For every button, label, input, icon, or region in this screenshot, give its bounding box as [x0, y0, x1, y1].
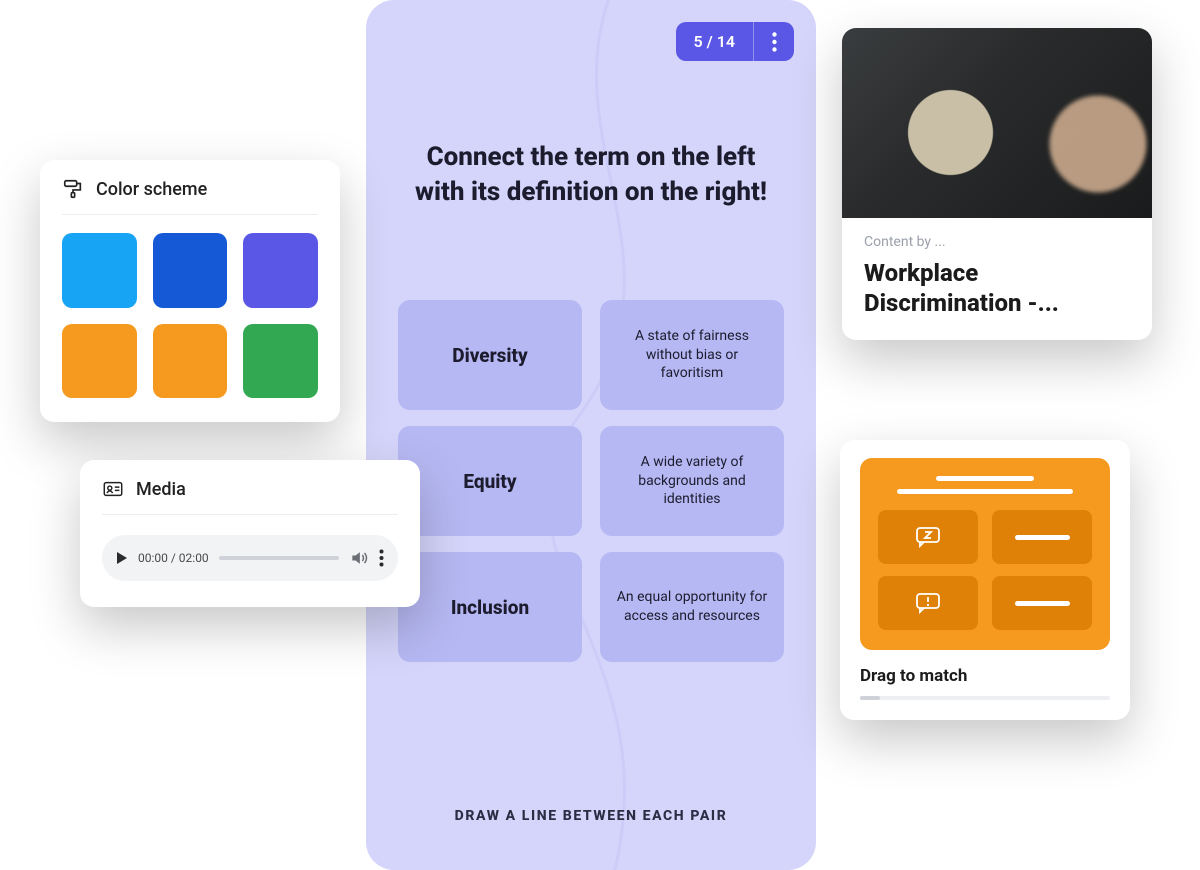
lesson-prompt: Connect the term on the left with its de… [406, 140, 776, 210]
definition-card[interactable]: An equal opportunity for access and reso… [600, 552, 784, 662]
volume-button[interactable] [349, 548, 369, 568]
content-preview-card[interactable]: Content by ... Workplace Discrimination … [842, 28, 1152, 340]
lesson-phone: 5 / 14 Connect the term on the left with… [366, 0, 816, 870]
color-swatch[interactable] [243, 233, 318, 308]
color-swatch[interactable] [153, 233, 228, 308]
drag-to-match-card[interactable]: Drag to match [840, 440, 1130, 720]
term-card[interactable]: Inclusion [398, 552, 582, 662]
drag-tile [878, 510, 978, 564]
term-card[interactable]: Diversity [398, 300, 582, 410]
color-swatch[interactable] [62, 324, 137, 399]
chat-exclaim-icon [914, 591, 942, 615]
media-title: Media [136, 479, 186, 500]
drag-progress-bar [860, 696, 1110, 700]
decorative-line [897, 489, 1072, 494]
decorative-line [936, 476, 1034, 481]
play-button[interactable] [116, 551, 128, 565]
definition-card[interactable]: A state of fairness without bias or favo… [600, 300, 784, 410]
content-title: Workplace Discrimination -... [864, 258, 1130, 318]
drag-tile [992, 576, 1092, 630]
definition-card[interactable]: A wide variety of backgrounds and identi… [600, 426, 784, 536]
progress-indicator: 5 / 14 [676, 22, 754, 61]
lesson-footer-hint: DRAW A LINE BETWEEN EACH PAIR [366, 808, 816, 824]
content-eyebrow: Content by ... [864, 234, 1130, 250]
chat-z-icon [914, 525, 942, 549]
color-swatch[interactable] [62, 233, 137, 308]
content-hero-image [842, 28, 1152, 218]
media-card: Media 00:00 / 02:00 [80, 460, 420, 607]
color-scheme-title: Color scheme [96, 179, 207, 200]
audio-seekbar[interactable] [219, 556, 339, 560]
term-card[interactable]: Equity [398, 426, 582, 536]
match-grid: Diversity A state of fairness without bi… [398, 300, 784, 662]
id-card-icon [102, 478, 124, 500]
audio-player: 00:00 / 02:00 [102, 535, 398, 581]
color-swatch[interactable] [243, 324, 318, 399]
drag-tile [992, 510, 1092, 564]
drag-tile [878, 576, 978, 630]
color-swatch[interactable] [153, 324, 228, 399]
volume-icon [349, 548, 369, 568]
more-menu-button[interactable] [754, 22, 794, 61]
play-icon [116, 551, 128, 565]
audio-more-button[interactable] [379, 549, 384, 567]
kebab-icon [379, 549, 384, 567]
paint-roller-icon [62, 178, 84, 200]
audio-time: 00:00 / 02:00 [138, 551, 209, 565]
drag-caption: Drag to match [860, 666, 1110, 686]
kebab-icon [772, 32, 777, 52]
drag-canvas [860, 458, 1110, 650]
color-scheme-card: Color scheme [40, 160, 340, 422]
